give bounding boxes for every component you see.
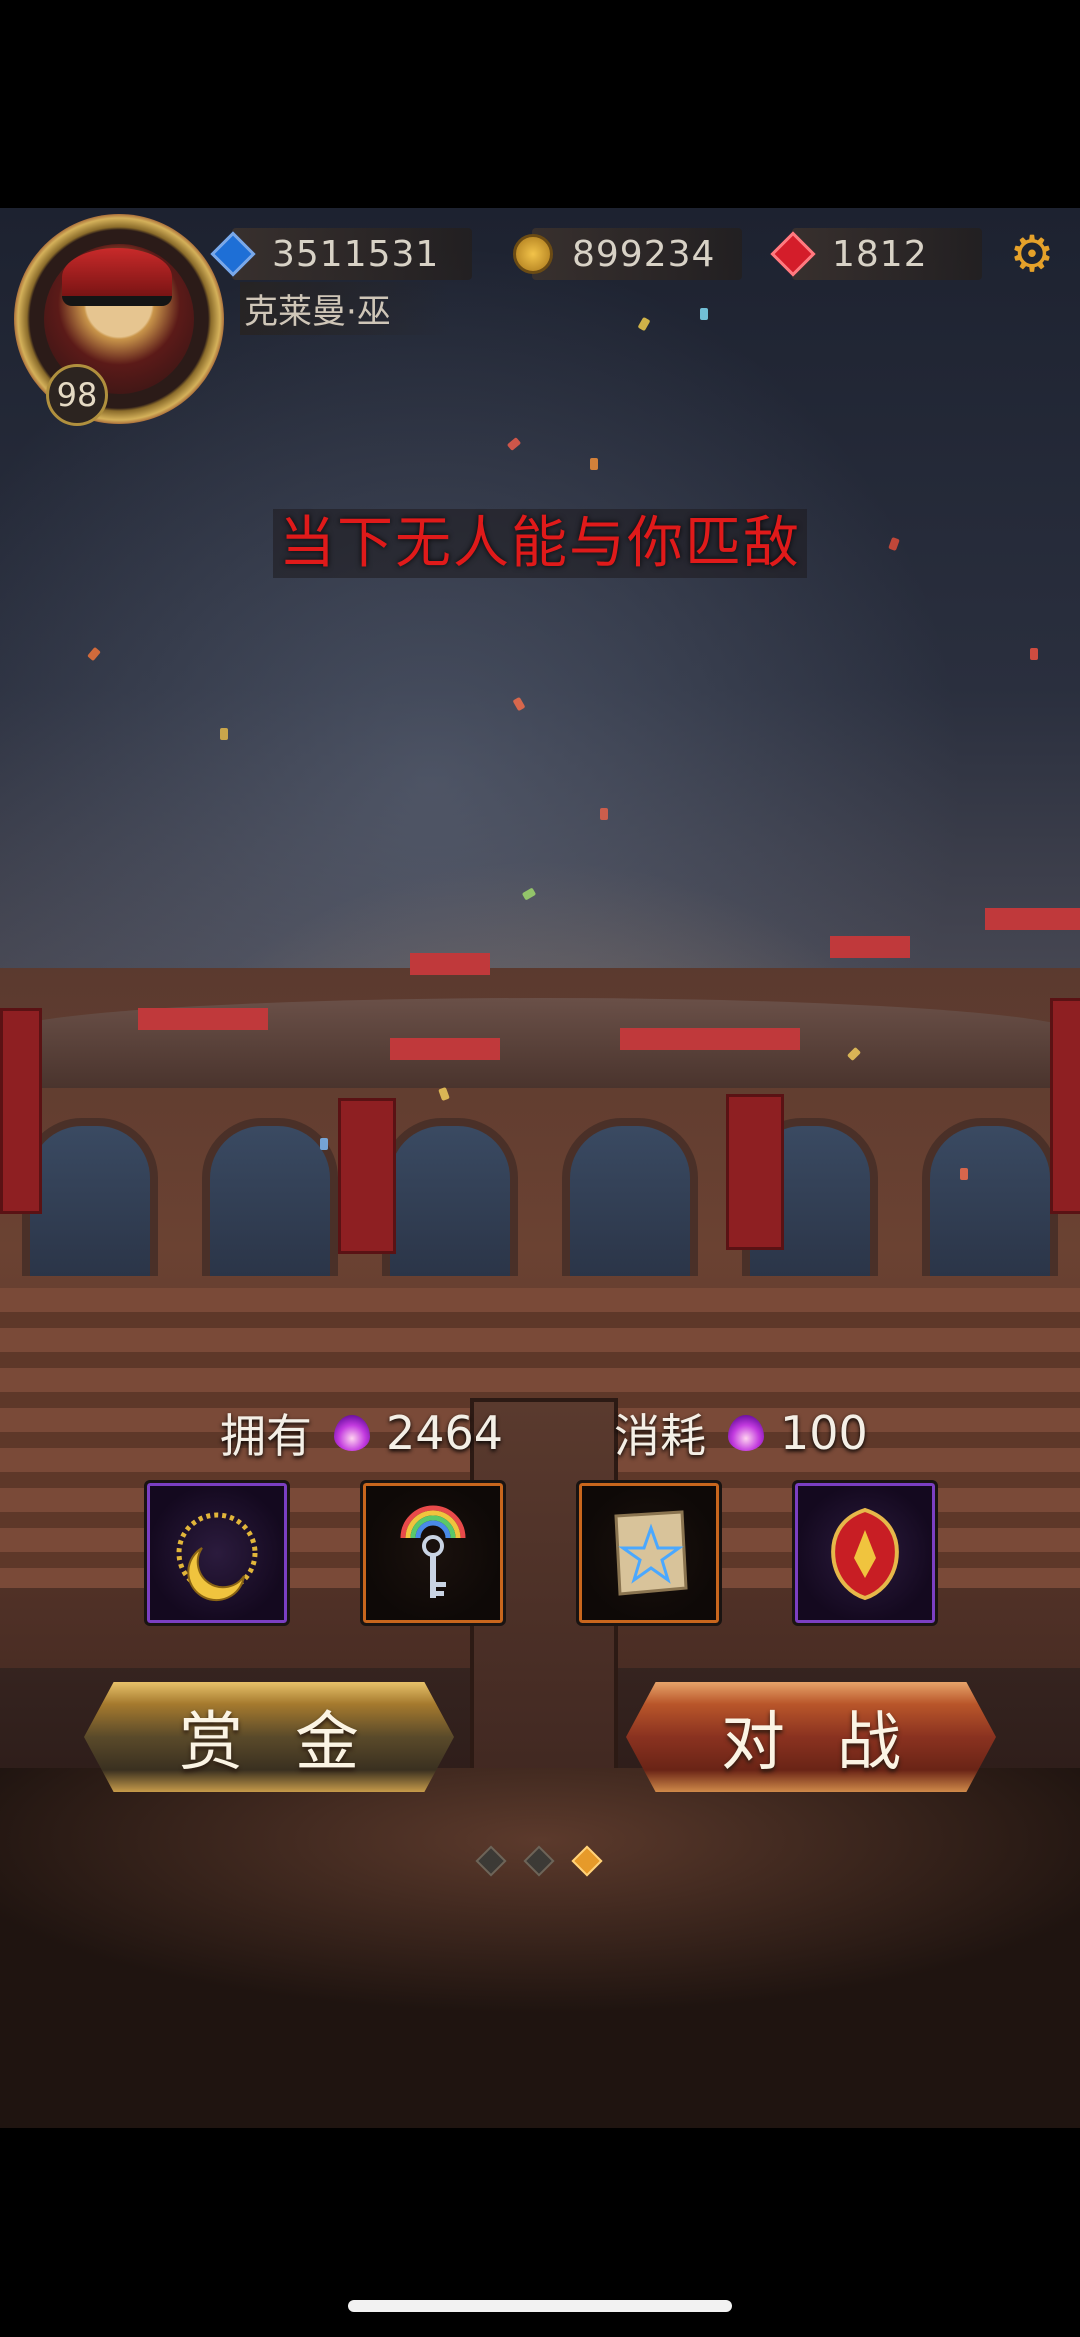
purple-flame-icon <box>728 1415 764 1451</box>
confetti <box>220 728 228 740</box>
resource-blue-gems[interactable]: 3511531 <box>210 228 472 280</box>
battle-button[interactable]: 对战 <box>626 1682 996 1792</box>
avatar-cap <box>62 248 172 306</box>
owned-label: 拥有 <box>220 1409 312 1463</box>
red-crest-emblem-icon <box>795 1483 935 1623</box>
owned-value: 2464 <box>386 1406 504 1460</box>
red-banner <box>726 1094 784 1250</box>
bounty-button[interactable]: 赏金 <box>84 1682 454 1792</box>
item-slot-rainbow-key[interactable] <box>360 1480 506 1626</box>
gold-coin-icon <box>512 233 554 275</box>
arch <box>922 1118 1058 1276</box>
headline-message: 当下无人能与你匹敌 <box>0 498 1080 579</box>
page-indicator <box>475 1845 603 1877</box>
headline-text: 当下无人能与你匹敌 <box>273 509 807 578</box>
purple-flame-icon <box>334 1415 370 1451</box>
confetti <box>600 808 608 820</box>
settings-gear-icon[interactable]: ⚙ <box>1006 228 1058 280</box>
flag <box>830 936 910 958</box>
confetti <box>960 1168 968 1180</box>
confetti <box>320 1138 328 1150</box>
blue-gem-icon <box>210 231 256 277</box>
item-slot-crescent-necklace[interactable] <box>144 1480 290 1626</box>
cost-label: 消耗 <box>614 1409 706 1463</box>
red-banner <box>1050 998 1080 1214</box>
blue-gem-count: 3511531 <box>272 233 440 275</box>
resource-red-gems[interactable]: 1812 <box>770 228 982 280</box>
item-slot-red-crest[interactable] <box>792 1480 938 1626</box>
confetti <box>87 646 101 662</box>
arch <box>22 1118 158 1276</box>
cost-value: 100 <box>780 1406 868 1460</box>
owned-stat: 拥有 2464 <box>220 1400 503 1466</box>
page-dot[interactable] <box>523 1845 555 1877</box>
rainbow-key-icon <box>363 1483 503 1623</box>
arch <box>382 1118 518 1276</box>
confetti <box>637 316 651 332</box>
red-gem-icon <box>770 231 816 277</box>
player-name: 克莱曼·巫 <box>240 282 451 335</box>
arena-arches <box>0 1088 1080 1278</box>
arch <box>562 1118 698 1276</box>
arena-floor <box>0 1768 1080 2128</box>
home-indicator[interactable] <box>348 2300 732 2312</box>
flag <box>390 1038 500 1060</box>
gold-coin-count: 899234 <box>572 233 716 275</box>
page-dot[interactable] <box>475 1845 507 1877</box>
confetti <box>506 437 522 451</box>
flag <box>138 1008 268 1030</box>
confetti <box>700 308 708 320</box>
player-level-badge: 98 <box>46 364 108 426</box>
red-banner <box>338 1098 396 1254</box>
pentagram-scroll-icon <box>579 1483 719 1623</box>
confetti <box>521 887 537 901</box>
cost-stat: 消耗 100 <box>614 1400 868 1466</box>
item-slot-pentagram-scroll[interactable] <box>576 1480 722 1626</box>
confetti <box>512 696 526 712</box>
red-gem-count: 1812 <box>832 233 928 275</box>
confetti <box>590 458 598 470</box>
arch <box>202 1118 338 1276</box>
flag <box>410 953 490 975</box>
page-dot-active[interactable] <box>571 1845 603 1877</box>
arena-background <box>0 208 1080 2128</box>
player-avatar[interactable]: 98 <box>14 214 236 426</box>
red-banner <box>0 1008 42 1214</box>
crescent-necklace-icon <box>147 1483 287 1623</box>
resource-gold-coins[interactable]: 899234 <box>513 228 742 280</box>
flag <box>985 908 1080 930</box>
confetti <box>1030 648 1038 660</box>
flag <box>620 1028 800 1050</box>
